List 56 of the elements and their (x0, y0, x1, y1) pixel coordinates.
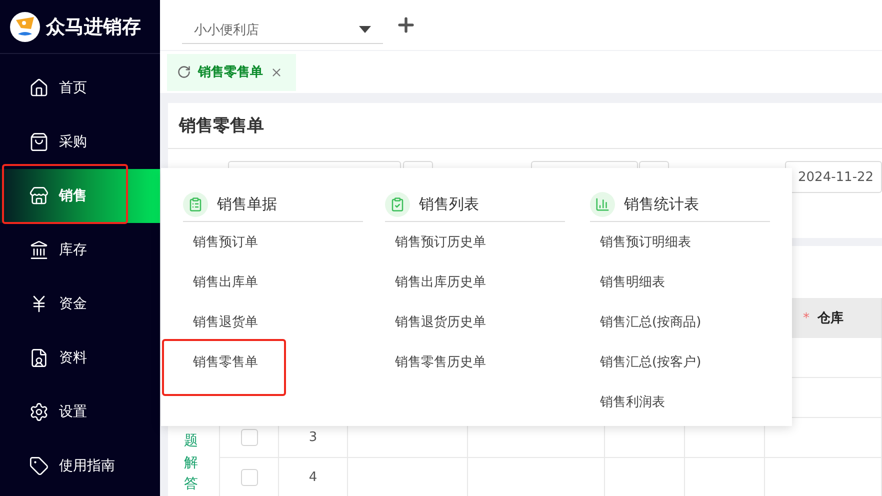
nav-label: 使用指南 (59, 457, 115, 475)
shopping-bag-icon (29, 132, 49, 152)
nav-item[interactable]: 首页 (0, 61, 160, 115)
nav-label: 资料 (59, 349, 87, 367)
nav-label: 资金 (59, 295, 87, 313)
nav-item[interactable]: 使用指南 (0, 439, 160, 493)
home-icon (29, 78, 49, 98)
clipboard-icon (183, 192, 208, 217)
menu-item[interactable]: 销售出库单 (183, 262, 385, 302)
close-icon[interactable] (270, 66, 283, 78)
row-number: 4 (279, 458, 348, 496)
menu-item[interactable]: 销售利润表 (590, 382, 792, 422)
settings-icon (29, 402, 49, 422)
menu-item[interactable]: 销售退货历史单 (385, 302, 590, 342)
bank-icon (29, 240, 49, 260)
menu-item[interactable]: 销售出库历史单 (385, 262, 590, 302)
add-icon[interactable] (395, 14, 417, 36)
logo-icon (10, 12, 40, 42)
page-tab[interactable]: 销售零售单 (167, 54, 296, 90)
nav-label: 设置 (59, 403, 87, 421)
refresh-icon[interactable] (177, 65, 191, 79)
menu-group-title: 销售列表 (419, 195, 479, 214)
app-name: 众马进销存 (46, 14, 141, 40)
nav-item[interactable]: 采购 (0, 115, 160, 169)
row-checkbox[interactable] (240, 429, 258, 446)
nav-label: 销售 (59, 187, 87, 205)
required-mark: * (803, 310, 810, 326)
bar-chart-icon (590, 192, 615, 217)
page-title: 销售零售单 (168, 103, 882, 149)
tag-icon (29, 456, 49, 476)
menu-item[interactable]: 销售零售历史单 (385, 342, 590, 382)
menu-group-title: 销售统计表 (624, 195, 699, 214)
column-header: 仓库 (818, 310, 844, 327)
store-icon (29, 186, 49, 206)
nav-item[interactable]: 库存 (0, 223, 160, 277)
nav-label: 库存 (59, 241, 87, 259)
nav-item[interactable]: 资料 (0, 331, 160, 385)
menu-item[interactable]: 销售退货单 (183, 302, 385, 342)
menu-item[interactable]: 销售汇总(按客户) (590, 342, 792, 382)
row-checkbox[interactable] (240, 469, 258, 486)
tab-label: 销售零售单 (198, 64, 263, 81)
menu-group-title: 销售单据 (217, 195, 277, 214)
menu-item[interactable]: 销售预订历史单 (385, 222, 590, 262)
caret-icon (359, 26, 371, 33)
menu-item[interactable]: 销售汇总(按商品) (590, 302, 792, 342)
nav-label: 首页 (59, 79, 87, 97)
nav-item[interactable]: 资金 (0, 277, 160, 331)
nav-item[interactable]: 设置 (0, 385, 160, 439)
menu-item[interactable]: 销售明细表 (590, 262, 792, 302)
document-person-icon (29, 348, 49, 368)
menu-item[interactable]: 销售零售单 (183, 342, 385, 382)
store-select[interactable]: 小小便利店 (182, 16, 383, 44)
nav-label: 采购 (59, 133, 87, 151)
menu-item[interactable]: 销售预订明细表 (590, 222, 792, 262)
menu-item[interactable]: 销售预订单 (183, 222, 385, 262)
checklist-icon (385, 192, 410, 217)
